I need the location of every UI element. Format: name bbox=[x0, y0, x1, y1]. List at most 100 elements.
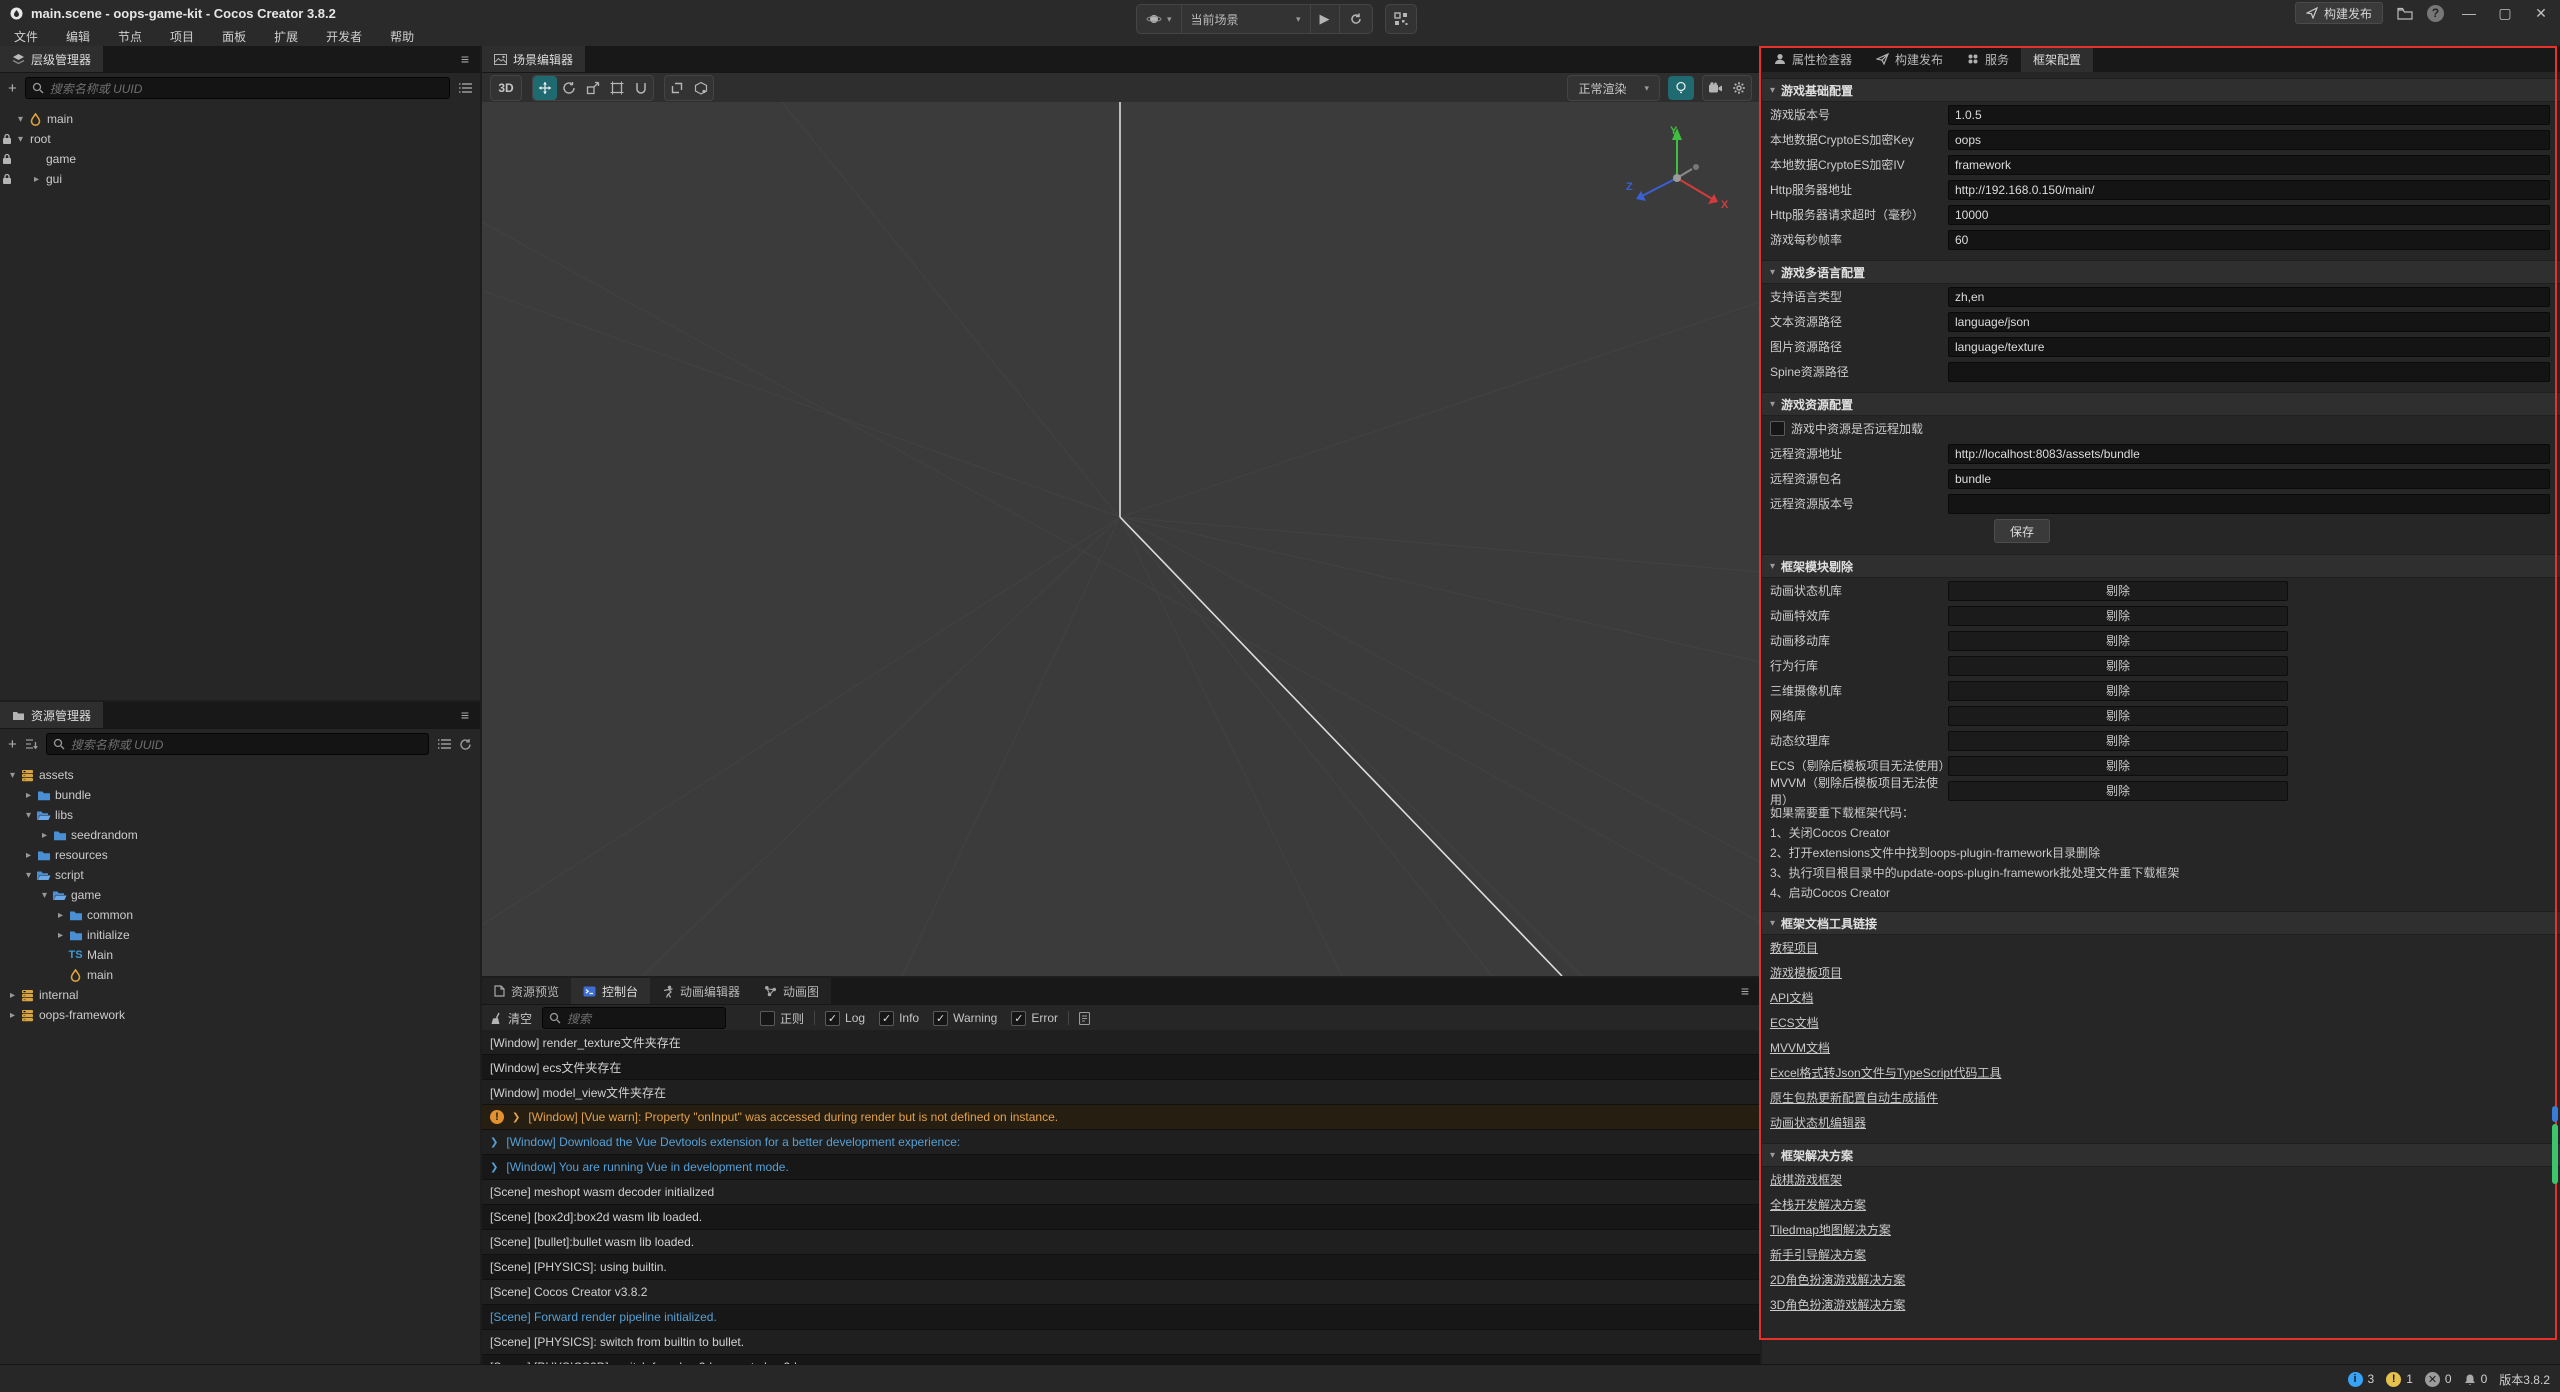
link-新手引导解决方案[interactable]: 新手引导解决方案 bbox=[1762, 1242, 2560, 1267]
log-row[interactable]: ❯[Window] You are running Vue in develop… bbox=[482, 1155, 1760, 1180]
menubar-item-扩展[interactable]: 扩展 bbox=[260, 28, 312, 45]
caret-right-icon[interactable]: ▸ bbox=[6, 1010, 19, 1021]
filter-warning-checkbox[interactable]: ✓Warning bbox=[933, 1011, 997, 1026]
close-button[interactable]: ✕ bbox=[2530, 5, 2552, 22]
link-全栈开发解决方案[interactable]: 全栈开发解决方案 bbox=[1762, 1192, 2560, 1217]
asset-node-internal[interactable]: ▸internal bbox=[0, 985, 480, 1005]
asset-node-seedrandom[interactable]: ▸seedrandom bbox=[0, 825, 480, 845]
menubar-item-项目[interactable]: 项目 bbox=[156, 28, 208, 45]
tab-构建发布[interactable]: 构建发布 bbox=[1864, 46, 1955, 72]
link-原生包热更新配置自动生成插件[interactable]: 原生包热更新配置自动生成插件 bbox=[1762, 1085, 2560, 1110]
console-search-input[interactable]: 搜索 bbox=[542, 1007, 726, 1029]
log-row[interactable]: [Scene] Cocos Creator v3.8.2 bbox=[482, 1280, 1760, 1305]
regex-checkbox[interactable]: 正则 bbox=[760, 1010, 804, 1027]
caret-right-icon[interactable]: ▸ bbox=[6, 990, 19, 1001]
sort-assets-button[interactable] bbox=[25, 738, 38, 750]
menubar-item-帮助[interactable]: 帮助 bbox=[376, 28, 428, 45]
log-row[interactable]: ❯[Window] Download the Vue Devtools exte… bbox=[482, 1130, 1760, 1155]
link-MVVM文档[interactable]: MVVM文档 bbox=[1762, 1035, 2560, 1060]
field-input[interactable]: http://localhost:8083/assets/bundle bbox=[1948, 444, 2550, 464]
field-input[interactable]: http://192.168.0.150/main/ bbox=[1948, 180, 2550, 200]
remove-module-button[interactable]: 剔除 bbox=[1948, 706, 2288, 726]
section-header-框架文档工具链接[interactable]: ▾框架文档工具链接 bbox=[1762, 911, 2560, 935]
tab-scene-editor[interactable]: 场景编辑器 bbox=[482, 46, 585, 72]
hierarchy-search-input[interactable]: 搜索名称或 UUID bbox=[25, 77, 450, 99]
tab-hierarchy[interactable]: 层级管理器 bbox=[0, 46, 103, 72]
console-menu-button[interactable]: ≡ bbox=[1730, 978, 1760, 1004]
caret-right-icon[interactable]: ▸ bbox=[54, 930, 67, 941]
asset-node-main[interactable]: main bbox=[0, 965, 480, 985]
assets-filter-button[interactable] bbox=[437, 738, 451, 750]
section-header-游戏基础配置[interactable]: ▾游戏基础配置 bbox=[1762, 78, 2560, 102]
filter-error-checkbox[interactable]: ✓Error bbox=[1011, 1011, 1058, 1026]
log-row[interactable]: [Window] render_texture文件夹存在 bbox=[482, 1030, 1760, 1055]
log-row[interactable]: !❯[Window] [Vue warn]: Property "onInput… bbox=[482, 1105, 1760, 1130]
hierarchy-node-main[interactable]: ▾main bbox=[0, 109, 480, 129]
tab-资源预览[interactable]: 资源预览 bbox=[482, 978, 571, 1004]
asset-node-libs[interactable]: ▾libs bbox=[0, 805, 480, 825]
help-button[interactable]: ? bbox=[2427, 5, 2444, 22]
log-row[interactable]: [Scene] [PHYSICS]: switch from builtin t… bbox=[482, 1330, 1760, 1355]
caret-down-icon[interactable]: ▾ bbox=[22, 870, 35, 881]
filter-log-checkbox[interactable]: ✓Log bbox=[825, 1011, 865, 1026]
field-input[interactable]: oops bbox=[1948, 130, 2550, 150]
field-input[interactable]: bundle bbox=[1948, 469, 2550, 489]
menubar-item-节点[interactable]: 节点 bbox=[104, 28, 156, 45]
asset-node-resources[interactable]: ▸resources bbox=[0, 845, 480, 865]
log-row[interactable]: [Scene] [PHYSICS]: using builtin. bbox=[482, 1255, 1760, 1280]
asset-node-Main[interactable]: TSMain bbox=[0, 945, 480, 965]
rect-tool-button[interactable] bbox=[605, 76, 629, 100]
open-folder-button[interactable] bbox=[2397, 7, 2413, 20]
link-动画状态机编辑器[interactable]: 动画状态机编辑器 bbox=[1762, 1110, 2560, 1135]
remove-module-button[interactable]: 剔除 bbox=[1948, 781, 2288, 801]
assets-search-input[interactable]: 搜索名称或 UUID bbox=[46, 733, 429, 755]
inspector-scrollbar[interactable] bbox=[2552, 1106, 2558, 1184]
caret-down-icon[interactable]: ▾ bbox=[6, 770, 19, 781]
field-input[interactable]: 10000 bbox=[1948, 205, 2550, 225]
caret-right-icon[interactable]: ▸ bbox=[22, 790, 35, 801]
hierarchy-node-game[interactable]: game bbox=[0, 149, 480, 169]
status-notifications[interactable]: 0 bbox=[2464, 1372, 2488, 1386]
section-header-游戏多语言配置[interactable]: ▾游戏多语言配置 bbox=[1762, 260, 2560, 284]
menubar-item-面板[interactable]: 面板 bbox=[208, 28, 260, 45]
save-button[interactable]: 保存 bbox=[1994, 519, 2050, 543]
preview-device-button[interactable] bbox=[1385, 4, 1417, 34]
section-header-框架模块剔除[interactable]: ▾框架模块剔除 bbox=[1762, 554, 2560, 578]
toggle-3d-button[interactable]: 3D bbox=[490, 75, 522, 101]
menubar-item-编辑[interactable]: 编辑 bbox=[52, 28, 104, 45]
status-info-count[interactable]: i 3 bbox=[2348, 1372, 2375, 1387]
log-row[interactable]: [Window] ecs文件夹存在 bbox=[482, 1055, 1760, 1080]
remove-module-button[interactable]: 剔除 bbox=[1948, 756, 2288, 776]
log-expand-icon[interactable]: ❯ bbox=[490, 1162, 498, 1173]
caret-right-icon[interactable]: ▸ bbox=[38, 830, 51, 841]
assets-refresh-button[interactable] bbox=[459, 738, 472, 751]
link-战棋游戏框架[interactable]: 战棋游戏框架 bbox=[1762, 1167, 2560, 1192]
log-expand-icon[interactable]: ❯ bbox=[490, 1137, 498, 1148]
asset-node-assets[interactable]: ▾assets bbox=[0, 765, 480, 785]
clear-console-button[interactable]: 清空 bbox=[490, 1010, 532, 1027]
lighting-toggle-button[interactable] bbox=[1668, 76, 1694, 100]
remove-module-button[interactable]: 剔除 bbox=[1948, 656, 2288, 676]
field-input[interactable]: language/texture bbox=[1948, 337, 2550, 357]
caret-down-icon[interactable]: ▾ bbox=[14, 134, 27, 145]
log-row[interactable]: [Scene] [box2d]:box2d wasm lib loaded. bbox=[482, 1205, 1760, 1230]
asset-node-common[interactable]: ▸common bbox=[0, 905, 480, 925]
section-header-游戏资源配置[interactable]: ▾游戏资源配置 bbox=[1762, 392, 2560, 416]
link-游戏模板项目[interactable]: 游戏模板项目 bbox=[1762, 960, 2560, 985]
minimize-button[interactable]: — bbox=[2458, 5, 2480, 21]
caret-down-icon[interactable]: ▾ bbox=[14, 114, 27, 125]
link-2D角色扮演游戏解决方案[interactable]: 2D角色扮演游戏解决方案 bbox=[1762, 1267, 2560, 1292]
status-error-count[interactable]: ✕ 0 bbox=[2425, 1372, 2452, 1387]
tab-服务[interactable]: 服务 bbox=[1955, 46, 2021, 72]
hierarchy-node-gui[interactable]: ▸gui bbox=[0, 169, 480, 189]
scale-tool-button[interactable] bbox=[581, 76, 605, 100]
asset-node-game[interactable]: ▾game bbox=[0, 885, 480, 905]
tab-动画编辑器[interactable]: 动画编辑器 bbox=[650, 978, 752, 1004]
scene-select-dropdown[interactable]: 当前场景 ▾ bbox=[1182, 5, 1311, 33]
remote-load-checkbox[interactable] bbox=[1770, 421, 1785, 436]
filter-info-checkbox[interactable]: ✓Info bbox=[879, 1011, 919, 1026]
scene-viewport[interactable]: Y X Z bbox=[482, 102, 1760, 976]
field-input[interactable]: zh,en bbox=[1948, 287, 2550, 307]
asset-node-script[interactable]: ▾script bbox=[0, 865, 480, 885]
log-row[interactable]: [Scene] meshopt wasm decoder initialized bbox=[482, 1180, 1760, 1205]
